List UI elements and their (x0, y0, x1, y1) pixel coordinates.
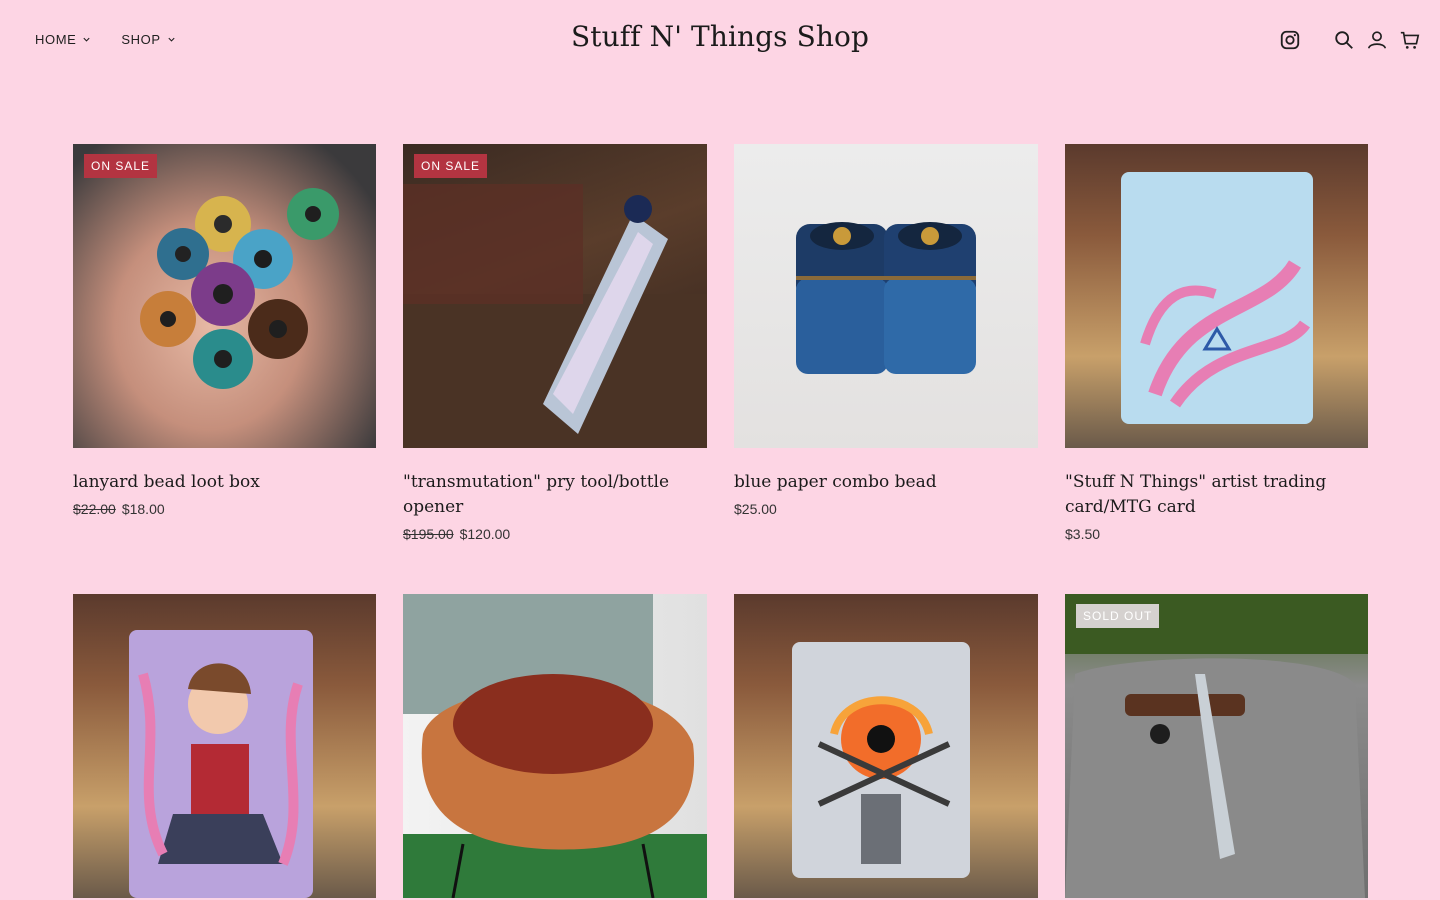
trading-card-illustration (1121, 172, 1313, 424)
knife-illustration (1065, 594, 1368, 898)
original-price: $195.00 (403, 526, 454, 542)
sale-price: $18.00 (121, 501, 165, 517)
product-image[interactable] (734, 594, 1038, 898)
product-card[interactable]: blue paper combo bead $25.00 (734, 144, 1038, 542)
cart-icon[interactable] (1399, 29, 1421, 51)
regular-price: $3.50 (1065, 526, 1101, 542)
regular-price: $25.00 (734, 501, 777, 517)
product-image[interactable]: SOLD OUT (1065, 594, 1368, 898)
trading-card-illustration (129, 630, 313, 898)
instagram-icon[interactable] (1279, 29, 1301, 51)
sale-price: $120.00 (459, 526, 511, 542)
account-icon[interactable] (1366, 29, 1388, 51)
pry-tool-illustration (403, 184, 707, 448)
product-card[interactable] (734, 594, 1038, 898)
site-logo[interactable]: Stuff N' Things Shop (571, 20, 869, 53)
logo-container: Stuff N' Things Shop (0, 20, 1440, 53)
product-title[interactable]: lanyard bead loot box (73, 470, 376, 495)
product-image[interactable] (734, 144, 1038, 448)
product-grid: ON SALE lanyard bead loot box $22.00 $18.… (73, 144, 1368, 898)
product-price: $3.50 (1065, 526, 1368, 542)
product-card[interactable]: "Stuff N Things" artist trading card/MTG… (1065, 144, 1368, 542)
sold-out-badge: SOLD OUT (1076, 604, 1160, 628)
product-image[interactable] (1065, 144, 1368, 448)
product-card[interactable] (73, 594, 376, 898)
reactor-card-illustration (792, 642, 970, 878)
product-card[interactable]: SOLD OUT (1065, 594, 1368, 898)
product-title[interactable]: "transmutation" pry tool/bottle opener (403, 470, 707, 520)
product-price: $195.00 $120.00 (403, 526, 707, 542)
product-image[interactable]: ON SALE (403, 144, 707, 448)
product-price: $25.00 (734, 501, 1038, 517)
burl-table-illustration (403, 594, 707, 898)
product-title[interactable]: blue paper combo bead (734, 470, 1038, 495)
product-image[interactable]: ON SALE (73, 144, 376, 448)
site-header: HOME SHOP Stuff N' Things Shop (0, 0, 1440, 80)
product-title[interactable]: "Stuff N Things" artist trading card/MTG… (1065, 470, 1368, 520)
product-card[interactable]: ON SALE lanyard bead loot box $22.00 $18.… (73, 144, 376, 542)
product-card[interactable]: ON SALE "transmutation" pry tool/bottle … (403, 144, 707, 542)
combo-bead-illustration (796, 222, 976, 374)
product-price: $22.00 $18.00 (73, 501, 376, 517)
product-image[interactable] (403, 594, 707, 898)
original-price: $22.00 (73, 501, 116, 517)
search-icon[interactable] (1333, 29, 1355, 51)
product-card[interactable] (403, 594, 707, 898)
sale-badge: ON SALE (84, 154, 158, 178)
beads-illustration (140, 188, 339, 389)
product-image[interactable] (73, 594, 376, 898)
sale-badge: ON SALE (414, 154, 488, 178)
